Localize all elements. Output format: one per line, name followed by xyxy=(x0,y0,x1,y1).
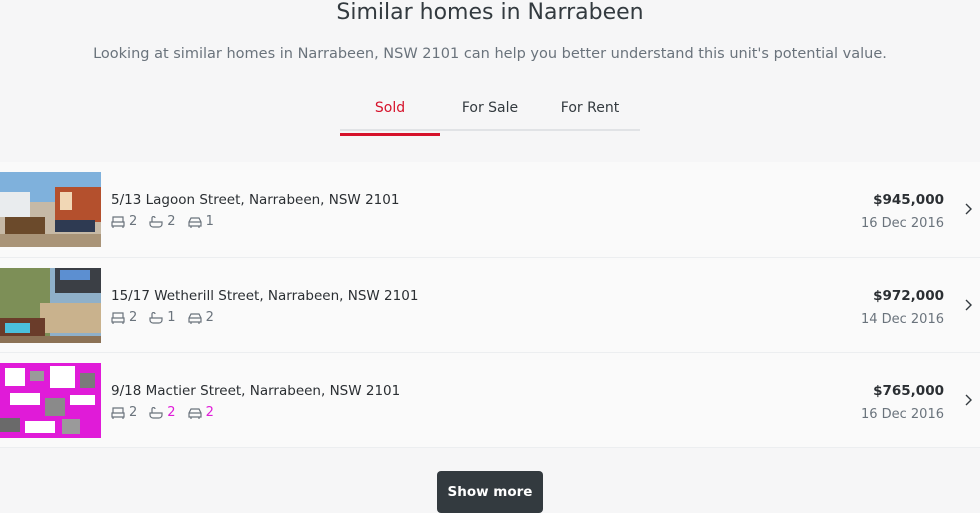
bed-icon xyxy=(111,215,125,228)
car-feature: 1 xyxy=(187,214,214,229)
car-count: 1 xyxy=(205,214,214,229)
car-icon xyxy=(187,312,202,324)
bed-icon xyxy=(111,311,125,324)
tab-for-sale[interactable]: For Sale xyxy=(440,90,540,132)
listing-address: 5/13 Lagoon Street, Narrabeen, NSW 2101 xyxy=(111,192,400,208)
bed-icon xyxy=(111,406,125,419)
listing-features: 2 1 2 xyxy=(111,310,214,325)
listing-row[interactable]: 9/18 Mactier Street, Narrabeen, NSW 2101… xyxy=(0,353,980,448)
listing-photo xyxy=(0,172,101,247)
listing-address: 15/17 Wetherill Street, Narrabeen, NSW 2… xyxy=(111,288,419,304)
listing-price: $945,000 xyxy=(873,192,944,208)
section-subtitle: Looking at similar homes in Narrabeen, N… xyxy=(93,46,887,62)
listing-features: 2 2 2 xyxy=(111,405,214,420)
bed-count: 2 xyxy=(129,310,138,325)
car-icon xyxy=(187,216,202,228)
bed-feature: 2 xyxy=(111,405,137,420)
bath-count: 2 xyxy=(167,214,176,229)
bath-icon xyxy=(149,311,163,324)
bath-feature: 2 xyxy=(149,214,176,229)
listing-row[interactable]: 15/17 Wetherill Street, Narrabeen, NSW 2… xyxy=(0,258,980,353)
listing-price: $765,000 xyxy=(873,383,944,399)
car-feature: 2 xyxy=(187,405,214,420)
bed-feature: 2 xyxy=(111,310,137,325)
listing-photo xyxy=(0,268,101,343)
car-icon xyxy=(187,407,202,419)
bath-icon xyxy=(149,406,163,419)
listing-date: 14 Dec 2016 xyxy=(860,312,944,327)
bed-feature: 2 xyxy=(111,214,137,229)
listing-list: 5/13 Lagoon Street, Narrabeen, NSW 2101 … xyxy=(0,162,980,448)
bath-feature: 1 xyxy=(149,310,176,325)
bath-count: 2 xyxy=(167,405,176,420)
listing-tabs: Sold For Sale For Rent xyxy=(340,90,640,136)
bed-count: 2 xyxy=(129,405,138,420)
car-count: 2 xyxy=(205,310,214,325)
listing-features: 2 2 1 xyxy=(111,214,214,229)
listing-date: 16 Dec 2016 xyxy=(860,407,944,422)
car-count: 2 xyxy=(205,405,214,420)
chevron-right-icon[interactable] xyxy=(962,394,974,406)
bath-count: 1 xyxy=(167,310,176,325)
listing-address: 9/18 Mactier Street, Narrabeen, NSW 2101 xyxy=(111,383,401,399)
bath-feature: 2 xyxy=(149,405,176,420)
chevron-right-icon[interactable] xyxy=(962,203,974,215)
listing-date: 16 Dec 2016 xyxy=(860,216,944,231)
tab-for-rent[interactable]: For Rent xyxy=(540,90,640,132)
listing-row[interactable]: 5/13 Lagoon Street, Narrabeen, NSW 2101 … xyxy=(0,162,980,258)
show-more-button[interactable]: Show more xyxy=(437,471,543,513)
tab-sold[interactable]: Sold xyxy=(340,90,440,136)
bath-icon xyxy=(149,215,163,228)
car-feature: 2 xyxy=(187,310,214,325)
chevron-right-icon[interactable] xyxy=(962,299,974,311)
bed-count: 2 xyxy=(129,214,138,229)
listing-photo xyxy=(0,363,101,438)
listing-price: $972,000 xyxy=(873,288,944,304)
section-title: Similar homes in Narrabeen xyxy=(336,0,644,25)
